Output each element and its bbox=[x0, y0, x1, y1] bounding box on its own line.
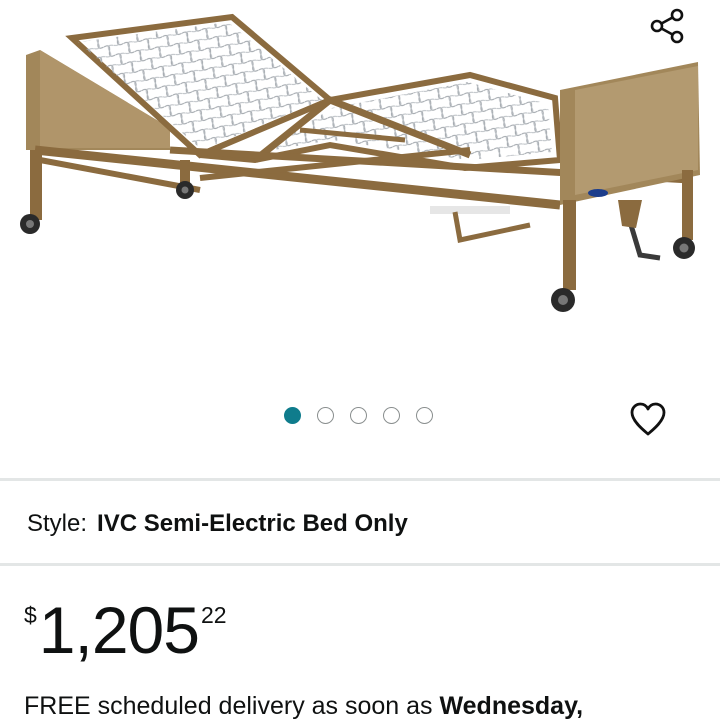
carousel-dot[interactable] bbox=[350, 406, 367, 424]
add-to-list-button[interactable] bbox=[626, 397, 670, 441]
delivery-message: FREE scheduled delivery as soon as Wedne… bbox=[24, 690, 583, 720]
product-image-gallery[interactable] bbox=[0, 0, 720, 478]
style-label: Style: bbox=[27, 510, 88, 537]
section-divider bbox=[0, 563, 720, 566]
style-value: IVC Semi-Electric Bed Only bbox=[97, 510, 408, 537]
carousel-dot[interactable] bbox=[284, 406, 301, 424]
price-symbol: $ bbox=[24, 602, 37, 628]
delivery-date: Wednesday, bbox=[439, 692, 584, 720]
delivery-text: FREE scheduled delivery as soon as bbox=[24, 692, 440, 720]
section-divider bbox=[0, 478, 720, 481]
image-carousel-dots bbox=[284, 405, 449, 425]
carousel-dot[interactable] bbox=[317, 406, 334, 424]
price-fraction: 22 bbox=[200, 602, 227, 628]
share-icon bbox=[650, 8, 684, 44]
product-image[interactable] bbox=[0, 0, 720, 360]
carousel-dot[interactable] bbox=[416, 406, 433, 424]
share-button[interactable] bbox=[645, 4, 689, 48]
style-selector[interactable]: Style: IVC Semi-Electric Bed Only bbox=[27, 508, 408, 540]
price-whole: 1,205 bbox=[38, 593, 200, 667]
carousel-dot[interactable] bbox=[383, 406, 400, 424]
price: $ 1,205 22 bbox=[24, 592, 227, 668]
heart-outline-icon bbox=[630, 402, 666, 436]
